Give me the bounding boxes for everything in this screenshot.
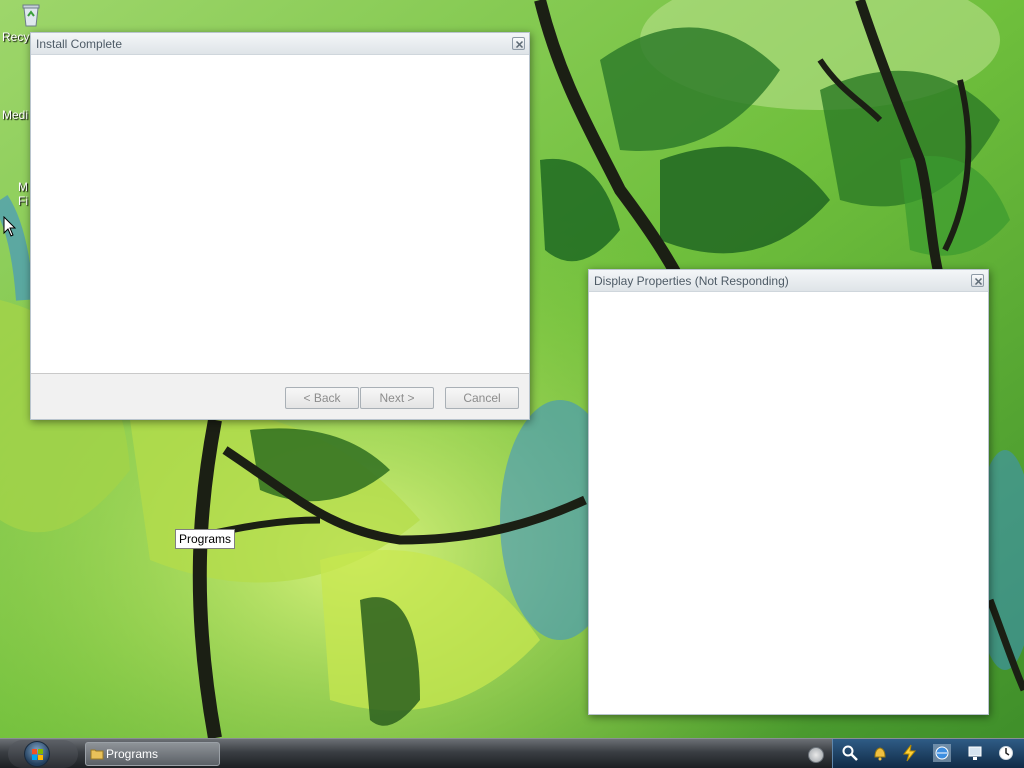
next-button[interactable]: Next > xyxy=(360,387,434,409)
taskbar-item-programs[interactable]: Programs xyxy=(85,742,220,766)
windows-logo-icon xyxy=(24,741,50,767)
close-button[interactable] xyxy=(512,37,525,50)
window-title: Install Complete xyxy=(36,37,123,51)
wizard-content-area xyxy=(31,55,529,373)
taskbar-item-label: Programs xyxy=(106,747,159,761)
lightning-icon[interactable] xyxy=(901,744,919,762)
window-title: Display Properties (Not Responding) xyxy=(594,274,789,288)
close-button[interactable] xyxy=(971,274,984,287)
close-icon xyxy=(515,40,524,49)
start-button[interactable] xyxy=(8,740,78,768)
title-bar[interactable]: Display Properties (Not Responding) xyxy=(589,270,988,292)
search-icon[interactable] xyxy=(841,744,859,762)
system-tray xyxy=(832,739,1024,768)
window-content-area xyxy=(589,292,988,714)
taskbar: Programs xyxy=(0,738,1024,768)
programs-tooltip: Programs xyxy=(175,529,236,549)
mouse-cursor-icon xyxy=(3,216,17,237)
tray-expand-button[interactable] xyxy=(808,747,824,763)
folder-icon xyxy=(90,749,104,760)
bell-icon[interactable] xyxy=(871,744,889,762)
recycle-bin-icon xyxy=(22,4,40,27)
back-button[interactable]: < Back xyxy=(285,387,359,409)
display-properties-window[interactable]: Display Properties (Not Responding) xyxy=(588,269,989,715)
cancel-button[interactable]: Cancel xyxy=(445,387,519,409)
title-bar[interactable]: Install Complete xyxy=(31,33,529,55)
browser-icon[interactable] xyxy=(933,744,951,762)
install-complete-window[interactable]: Install Complete < Back Next > Cancel xyxy=(30,32,530,420)
clock-icon[interactable] xyxy=(997,744,1015,762)
close-icon xyxy=(974,277,983,286)
network-icon[interactable] xyxy=(967,744,985,762)
wizard-button-bar: < Back Next > Cancel xyxy=(31,373,529,419)
